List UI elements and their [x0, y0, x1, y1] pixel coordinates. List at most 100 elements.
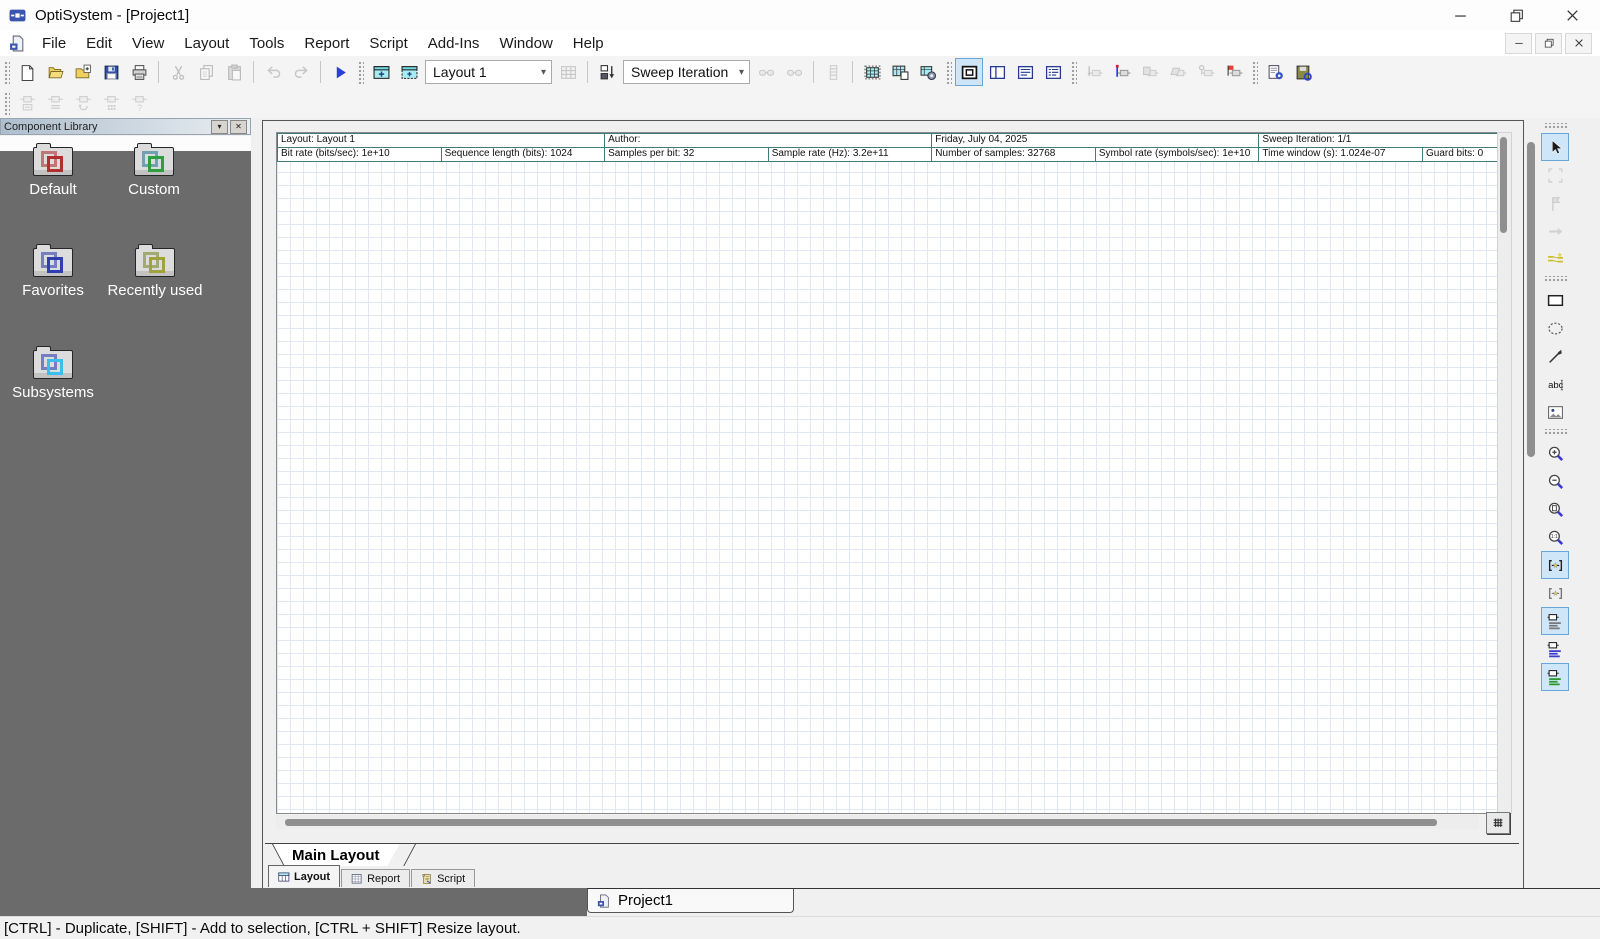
layout-canvas[interactable]: Layout: Layout 1 Author: Friday, July 04… [276, 132, 1499, 814]
delete-layout-button[interactable] [554, 58, 582, 86]
export-component-button[interactable] [1080, 58, 1108, 86]
ellipse-tool-button[interactable] [1541, 314, 1569, 342]
panel-menu-button[interactable]: ▾ [211, 120, 228, 134]
tab-layout[interactable]: Layout [268, 865, 340, 887]
toolbar-grip[interactable] [3, 91, 10, 115]
paste-button[interactable] [220, 58, 248, 86]
layout-options-button[interactable] [914, 58, 942, 86]
vertical-scrollbar-thumb[interactable] [1500, 137, 1507, 233]
next-sweep-button[interactable] [780, 58, 808, 86]
mdi-close-button[interactable] [1565, 33, 1592, 54]
report-page-button[interactable] [1261, 58, 1289, 86]
workspace-vertical-scrollbar[interactable] [1524, 120, 1538, 888]
canvas-vertical-scrollbar[interactable] [1497, 132, 1512, 814]
mdi-restore-button[interactable] [1535, 33, 1562, 54]
toolbar-grip[interactable] [1251, 60, 1258, 84]
load-component-button[interactable] [1164, 58, 1192, 86]
new-layout-button[interactable] [367, 58, 395, 86]
main-layout-tab[interactable]: Main Layout [272, 844, 400, 866]
print-button[interactable] [125, 58, 153, 86]
toolbar-grip[interactable] [945, 60, 952, 84]
menu-tools[interactable]: Tools [239, 35, 294, 52]
view-list-button[interactable] [1011, 58, 1039, 86]
show-labels-button[interactable] [1541, 607, 1569, 635]
auto-connect-off-button[interactable] [1541, 579, 1569, 607]
project-tab[interactable]: Project1 [587, 889, 794, 913]
locate-component-button[interactable] [1192, 58, 1220, 86]
tab-report[interactable]: Report [341, 869, 410, 887]
library-folder-default[interactable]: Default [5, 147, 101, 198]
zoom-page-button[interactable] [1541, 495, 1569, 523]
component-label-button[interactable] [13, 89, 41, 117]
add-component-button[interactable] [1108, 58, 1136, 86]
select-area-tool-button[interactable] [1541, 161, 1569, 189]
image-tool-button[interactable] [1541, 398, 1569, 426]
previous-sweep-button[interactable] [752, 58, 780, 86]
pin-tool-button[interactable] [1541, 189, 1569, 217]
sweep-mode-button[interactable] [593, 58, 621, 86]
text-tool-button[interactable] [1541, 370, 1569, 398]
menu-view[interactable]: View [122, 35, 174, 52]
view-split-button[interactable] [983, 58, 1011, 86]
open-button[interactable] [41, 58, 69, 86]
menu-layout[interactable]: Layout [174, 35, 239, 52]
redo-button[interactable] [287, 58, 315, 86]
rectangle-tool-button[interactable] [1541, 286, 1569, 314]
tab-script[interactable]: Script [411, 869, 475, 887]
component-rotate-button[interactable] [69, 89, 97, 117]
component-grid-button[interactable] [97, 89, 125, 117]
undo-button[interactable] [259, 58, 287, 86]
menu-addins[interactable]: Add-Ins [418, 35, 490, 52]
toolbar-grip[interactable] [3, 60, 10, 84]
menu-window[interactable]: Window [489, 35, 562, 52]
toolbar-grip[interactable] [1543, 276, 1567, 283]
horizontal-scrollbar-thumb[interactable] [285, 819, 1437, 826]
panel-close-button[interactable]: ✕ [230, 120, 247, 134]
save-button[interactable] [97, 58, 125, 86]
view-details-button[interactable] [1039, 58, 1067, 86]
line-tool-button[interactable] [1541, 342, 1569, 370]
component-help-button[interactable] [125, 89, 153, 117]
calculation-table-button[interactable] [819, 58, 847, 86]
library-folder-favorites[interactable]: Favorites [5, 248, 101, 299]
import-button[interactable] [69, 58, 97, 86]
select-tool-button[interactable] [1541, 133, 1569, 161]
toolbar-grip[interactable] [1543, 429, 1567, 436]
toolbar-grip[interactable] [357, 60, 364, 84]
save-component-button[interactable] [1136, 58, 1164, 86]
layout-combobox[interactable]: Layout 1 ▾ [425, 60, 552, 84]
menu-help[interactable]: Help [563, 35, 614, 52]
save-all-button[interactable] [1289, 58, 1317, 86]
menu-file[interactable]: File [32, 35, 76, 52]
copy-button[interactable] [192, 58, 220, 86]
zoom-in-button[interactable] [1541, 439, 1569, 467]
cut-button[interactable] [164, 58, 192, 86]
connection-tool-button[interactable] [1541, 245, 1569, 273]
auto-connect-on-button[interactable] [1541, 551, 1569, 579]
canvas-horizontal-scrollbar[interactable] [276, 815, 1479, 829]
zoom-out-button[interactable] [1541, 467, 1569, 495]
calculate-play-button[interactable] [326, 58, 354, 86]
library-folder-recently-used[interactable]: Recently used [100, 248, 210, 299]
menu-script[interactable]: Script [359, 35, 417, 52]
zoom-actual-size-button[interactable] [1541, 523, 1569, 551]
library-folder-custom[interactable]: Custom [106, 147, 202, 198]
minimize-button[interactable] [1432, 0, 1488, 30]
view-normal-button[interactable] [955, 58, 983, 86]
flag-component-button[interactable] [1220, 58, 1248, 86]
duplicate-layout-button[interactable] [395, 58, 423, 86]
restore-button[interactable] [1488, 0, 1544, 30]
show-parameters-button[interactable] [1541, 663, 1569, 691]
path-tool-button[interactable] [1541, 217, 1569, 245]
component-library-header[interactable]: Component Library ▾ ✕ [0, 118, 251, 135]
grid-view-corner-button[interactable] [1486, 812, 1510, 834]
component-lines-button[interactable] [41, 89, 69, 117]
toolbar-grip[interactable] [1070, 60, 1077, 84]
mdi-minimize-button[interactable] [1505, 33, 1532, 54]
select-layout-button[interactable] [858, 58, 886, 86]
layout-properties-button[interactable] [886, 58, 914, 86]
menu-edit[interactable]: Edit [76, 35, 122, 52]
new-button[interactable] [13, 58, 41, 86]
close-button[interactable] [1544, 0, 1600, 30]
menu-report[interactable]: Report [294, 35, 359, 52]
